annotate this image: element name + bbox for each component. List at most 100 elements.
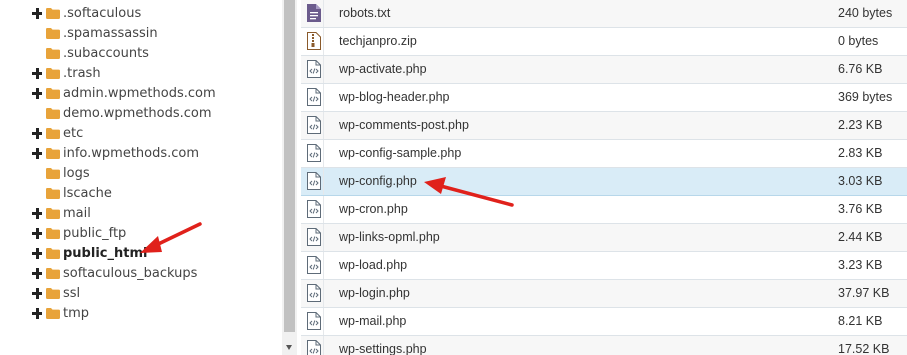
- tree-item[interactable]: public_html: [0, 244, 282, 264]
- expand-plus-icon[interactable]: [32, 68, 43, 79]
- tree-item-label: .softaculous: [63, 6, 142, 21]
- file-row[interactable]: wp-activate.php 6.76 KB: [301, 56, 907, 84]
- expand-plus-icon[interactable]: [32, 268, 43, 279]
- file-name: wp-login.php: [339, 286, 410, 300]
- code-file-icon: [307, 200, 321, 218]
- tree-item[interactable]: demo.wpmethods.com: [0, 104, 282, 124]
- tree-item-label: tmp: [63, 306, 90, 321]
- file-row[interactable]: wp-links-opml.php 2.44 KB: [301, 224, 907, 252]
- file-size: 2.83 KB: [838, 146, 883, 160]
- folder-icon: [46, 248, 60, 259]
- zip-file-icon: [307, 32, 321, 50]
- file-name: wp-blog-header.php: [339, 90, 450, 104]
- tree-item-label: softaculous_backups: [63, 266, 198, 281]
- file-size: 17.52 KB: [838, 342, 890, 355]
- code-file-icon: [307, 256, 321, 274]
- code-file-icon: [307, 88, 321, 106]
- tree-item-label: demo.wpmethods.com: [63, 106, 212, 121]
- tree-item[interactable]: .spamassassin: [0, 24, 282, 44]
- folder-icon: [46, 8, 60, 19]
- tree-item[interactable]: ssl: [0, 284, 282, 304]
- expand-plus-icon[interactable]: [32, 8, 43, 19]
- tree-item[interactable]: .trash: [0, 64, 282, 84]
- tree-scrollbar-thumb[interactable]: [284, 0, 295, 332]
- folder-icon: [46, 168, 60, 179]
- column-divider: [323, 308, 324, 335]
- tree-item[interactable]: mail: [0, 204, 282, 224]
- tree-item[interactable]: info.wpmethods.com: [0, 144, 282, 164]
- text-file-icon: [307, 4, 321, 22]
- file-size: 2.23 KB: [838, 118, 883, 132]
- code-file-icon: [307, 340, 321, 355]
- expand-plus-icon[interactable]: [32, 148, 43, 159]
- folder-tree: .softaculous .spamassassin .subaccounts .tr…: [0, 0, 282, 355]
- expand-plus-icon[interactable]: [32, 128, 43, 139]
- folder-icon: [46, 308, 60, 319]
- file-row[interactable]: wp-config.php 3.03 KB: [301, 168, 907, 196]
- column-divider: [323, 28, 324, 55]
- file-name: robots.txt: [339, 6, 391, 20]
- expand-plus-icon[interactable]: [32, 288, 43, 299]
- tree-item[interactable]: admin.wpmethods.com: [0, 84, 282, 104]
- file-name: wp-settings.php: [339, 342, 427, 355]
- column-divider: [323, 336, 324, 355]
- file-name: wp-mail.php: [339, 314, 407, 328]
- column-divider: [323, 56, 324, 83]
- tree-item[interactable]: public_ftp: [0, 224, 282, 244]
- tree-item-label: ssl: [63, 286, 81, 301]
- file-row[interactable]: robots.txt 240 bytes: [301, 0, 907, 28]
- expand-plus-icon[interactable]: [32, 248, 43, 259]
- file-row[interactable]: wp-comments-post.php 2.23 KB: [301, 112, 907, 140]
- file-row[interactable]: wp-settings.php 17.52 KB: [301, 336, 907, 355]
- file-row[interactable]: wp-load.php 3.23 KB: [301, 252, 907, 280]
- folder-icon: [46, 288, 60, 299]
- expand-plus-icon[interactable]: [32, 88, 43, 99]
- code-file-icon: [307, 172, 321, 190]
- tree-item[interactable]: logs: [0, 164, 282, 184]
- folder-icon: [46, 88, 60, 99]
- tree-item[interactable]: tmp: [0, 304, 282, 324]
- expand-plus-icon[interactable]: [32, 308, 43, 319]
- folder-icon: [46, 48, 60, 59]
- file-size: 3.03 KB: [838, 174, 883, 188]
- tree-item[interactable]: .softaculous: [0, 4, 282, 24]
- file-name: wp-comments-post.php: [339, 118, 469, 132]
- file-name: wp-activate.php: [339, 62, 427, 76]
- file-name: wp-cron.php: [339, 202, 408, 216]
- column-divider: [323, 280, 324, 307]
- code-file-icon: [307, 144, 321, 162]
- file-row[interactable]: wp-config-sample.php 2.83 KB: [301, 140, 907, 168]
- folder-icon: [46, 228, 60, 239]
- tree-item-label: logs: [63, 166, 90, 181]
- tree-item[interactable]: lscache: [0, 184, 282, 204]
- tree-item-label: mail: [63, 206, 91, 221]
- column-divider: [323, 84, 324, 111]
- file-size: 369 bytes: [838, 90, 893, 104]
- folder-icon: [46, 148, 60, 159]
- column-divider: [323, 168, 324, 195]
- file-size: 8.21 KB: [838, 314, 883, 328]
- file-row[interactable]: wp-login.php 37.97 KB: [301, 280, 907, 308]
- file-row[interactable]: techjanpro.zip 0 bytes: [301, 28, 907, 56]
- tree-item[interactable]: etc: [0, 124, 282, 144]
- code-file-icon: [307, 60, 321, 78]
- file-size: 240 bytes: [838, 6, 893, 20]
- file-row[interactable]: wp-mail.php 8.21 KB: [301, 308, 907, 336]
- folder-icon: [46, 128, 60, 139]
- file-row[interactable]: wp-blog-header.php 369 bytes: [301, 84, 907, 112]
- expand-plus-icon[interactable]: [32, 228, 43, 239]
- tree-item-label: public_html: [63, 246, 148, 261]
- tree-item[interactable]: .subaccounts: [0, 44, 282, 64]
- expand-plus-icon[interactable]: [32, 208, 43, 219]
- file-size: 3.23 KB: [838, 258, 883, 272]
- tree-item[interactable]: softaculous_backups: [0, 264, 282, 284]
- folder-icon: [46, 208, 60, 219]
- scroll-down-arrow-icon[interactable]: [286, 345, 292, 350]
- code-file-icon: [307, 228, 321, 246]
- folder-icon: [46, 188, 60, 199]
- file-size: 0 bytes: [838, 34, 879, 48]
- file-list: robots.txt 240 bytes techjanpro.zip 0 bytes…: [301, 0, 907, 355]
- tree-scrollbar[interactable]: [282, 0, 297, 355]
- file-name: techjanpro.zip: [339, 34, 417, 48]
- file-row[interactable]: wp-cron.php 3.76 KB: [301, 196, 907, 224]
